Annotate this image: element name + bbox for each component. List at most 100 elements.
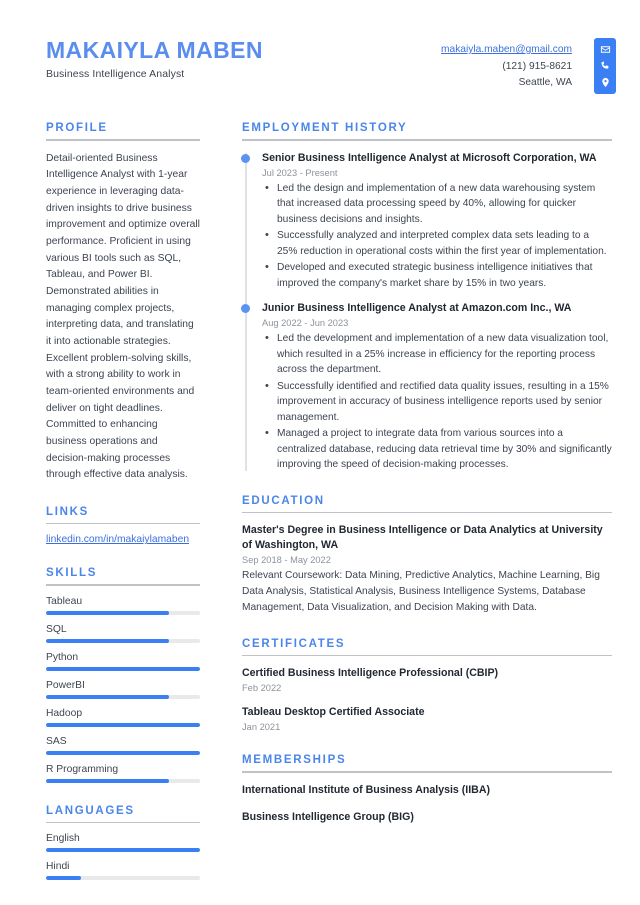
skill-level-track xyxy=(46,694,200,699)
employment-entry: Junior Business Intelligence Analyst at … xyxy=(241,301,612,473)
divider xyxy=(242,771,612,773)
employment-bullet: Successfully identified and rectified da… xyxy=(262,378,612,426)
certificate-date: Jan 2021 xyxy=(242,722,281,733)
memberships-list: International Institute of Business Anal… xyxy=(242,783,612,825)
section-heading-certificates: CERTIFICATES xyxy=(242,637,346,650)
skill-name: PowerBI xyxy=(46,679,85,691)
section-heading-employment: EMPLOYMENT HISTORY xyxy=(242,122,408,134)
employment-timeline: Senior Business Intelligence Analyst at … xyxy=(241,151,612,473)
employment-bullets: Led the design and implementation of a n… xyxy=(262,180,612,292)
link-item[interactable]: linkedin.com/in/makaiylamaben xyxy=(46,534,200,545)
section-skills: SKILLS Tableau SQL Python PowerBI Hadoop… xyxy=(46,567,200,783)
skill-level-track xyxy=(46,638,200,643)
membership-title: International Institute of Business Anal… xyxy=(242,783,491,796)
employment-bullets: Led the development and implementation o… xyxy=(262,330,612,473)
employment-date: Aug 2022 - Jun 2023 xyxy=(262,318,349,329)
resume-columns: PROFILE Detail-oriented Business Intelli… xyxy=(0,100,640,902)
certificate-entry: Certified Business Intelligence Professi… xyxy=(242,666,612,693)
employment-bullet: Led the development and implementation o… xyxy=(262,330,612,378)
skill-item: R Programming xyxy=(46,764,200,783)
main-column: EMPLOYMENT HISTORY Senior Business Intel… xyxy=(222,122,640,902)
section-certificates: CERTIFICATES Certified Business Intellig… xyxy=(242,637,612,732)
section-heading-education: EDUCATION xyxy=(242,494,325,507)
contact-location: Seattle, WA xyxy=(518,77,572,89)
skill-name: SQL xyxy=(46,623,67,635)
skill-level-track xyxy=(46,610,200,615)
skill-name: Hadoop xyxy=(46,707,83,719)
employment-bullet: Led the design and implementation of a n… xyxy=(262,180,612,228)
education-title: Master's Degree in Business Intelligence… xyxy=(242,524,603,552)
skill-item: Hadoop xyxy=(46,708,200,727)
skill-level-fill xyxy=(46,610,170,615)
skill-name: R Programming xyxy=(46,763,119,775)
skill-level-track xyxy=(46,750,200,755)
section-profile: PROFILE Detail-oriented Business Intelli… xyxy=(46,122,200,484)
language-item: English xyxy=(46,833,200,853)
resume-header: MAKAIYLA MABEN Business Intelligence Ana… xyxy=(0,0,640,100)
phone-icon xyxy=(600,60,611,71)
language-item: Hindi xyxy=(46,861,200,881)
skill-item: Python xyxy=(46,652,200,671)
timeline-dot-icon xyxy=(241,304,250,314)
section-languages: LANGUAGES English Hindi xyxy=(46,805,200,881)
employment-bullet: Managed a project to integrate data from… xyxy=(262,425,612,473)
skills-list: Tableau SQL Python PowerBI Hadoop SAS R … xyxy=(46,596,200,783)
employment-bullet: Developed and executed strategic busines… xyxy=(262,259,612,291)
profile-text: Detail-oriented Business Intelligence An… xyxy=(46,152,200,481)
membership-title: Business Intelligence Group (BIG) xyxy=(242,810,414,823)
certificates-list: Certified Business Intelligence Professi… xyxy=(242,666,612,732)
contact-details: makaiyla.maben@gmail.com (121) 915-8621 … xyxy=(441,42,572,92)
section-heading-skills: SKILLS xyxy=(46,567,98,580)
certificate-date: Feb 2022 xyxy=(242,683,282,694)
membership-entry: Business Intelligence Group (BIG) xyxy=(242,810,612,825)
education-entry: Master's Degree in Business Intelligence… xyxy=(242,523,612,616)
sidebar-column: PROFILE Detail-oriented Business Intelli… xyxy=(0,122,222,902)
skill-item: SQL xyxy=(46,624,200,643)
contact-icon-bar xyxy=(594,38,616,94)
membership-entry: International Institute of Business Anal… xyxy=(242,783,612,798)
language-name: English xyxy=(46,833,80,845)
timeline-dot-icon xyxy=(241,153,250,163)
language-level-track xyxy=(46,876,200,881)
location-pin-icon xyxy=(600,77,611,88)
envelope-icon xyxy=(600,44,611,55)
divider xyxy=(242,654,612,657)
contact-phone: (121) 915-8621 xyxy=(502,60,572,72)
resume-page: MAKAIYLA MABEN Business Intelligence Ana… xyxy=(0,0,640,905)
employment-title: Junior Business Intelligence Analyst at … xyxy=(262,302,572,315)
section-heading-profile: PROFILE xyxy=(46,122,108,134)
skill-level-fill xyxy=(46,666,200,671)
skill-name: Tableau xyxy=(46,595,83,607)
language-level-track xyxy=(46,848,200,853)
certificate-title: Tableau Desktop Certified Associate xyxy=(242,706,425,719)
section-heading-memberships: MEMBERSHIPS xyxy=(242,754,347,767)
skill-level-fill xyxy=(46,638,170,643)
certificate-entry: Tableau Desktop Certified Associate Jan … xyxy=(242,705,612,732)
section-memberships: MEMBERSHIPS International Institute of B… xyxy=(242,754,612,825)
divider xyxy=(46,821,200,824)
contact-email[interactable]: makaiyla.maben@gmail.com xyxy=(441,42,572,59)
skill-level-fill xyxy=(46,778,170,783)
languages-list: English Hindi xyxy=(46,833,200,881)
education-date: Sep 2018 - May 2022 xyxy=(242,555,331,566)
language-level-fill xyxy=(46,876,82,881)
employment-title: Senior Business Intelligence Analyst at … xyxy=(262,151,597,164)
section-education: EDUCATION Master's Degree in Business In… xyxy=(242,495,612,616)
skill-item: PowerBI xyxy=(46,680,200,699)
skill-level-track xyxy=(46,778,200,783)
skill-level-track xyxy=(46,666,200,671)
education-list: Master's Degree in Business Intelligence… xyxy=(242,523,612,616)
skill-level-fill xyxy=(46,722,200,727)
divider xyxy=(46,584,200,586)
divider xyxy=(46,522,200,525)
skill-name: Python xyxy=(46,651,79,663)
language-level-fill xyxy=(46,848,200,853)
certificate-title: Certified Business Intelligence Professi… xyxy=(242,667,499,680)
employment-bullet: Successfully analyzed and interpreted co… xyxy=(262,227,612,259)
skill-item: Tableau xyxy=(46,596,200,615)
divider xyxy=(46,139,200,141)
section-employment: EMPLOYMENT HISTORY Senior Business Intel… xyxy=(241,122,612,473)
skill-level-fill xyxy=(46,750,200,755)
education-body: Relevant Coursework: Data Mining, Predic… xyxy=(242,570,600,613)
divider xyxy=(242,139,612,141)
